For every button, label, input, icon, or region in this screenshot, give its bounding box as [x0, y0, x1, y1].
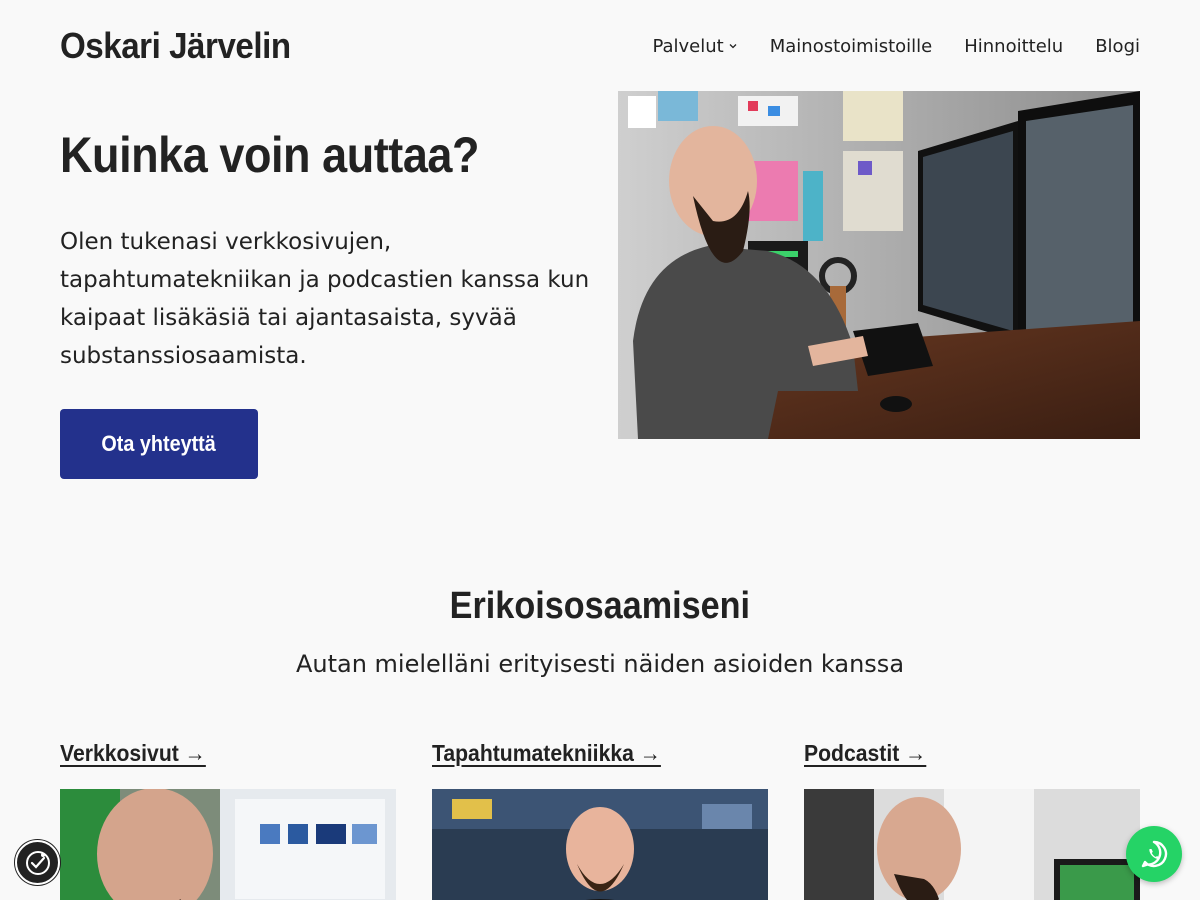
nav-item-label: Palvelut [652, 35, 724, 57]
hero-photo-illustration [618, 91, 1140, 439]
card-image-podcastit[interactable] [804, 789, 1140, 900]
card-image-verkkosivut[interactable] [60, 789, 396, 900]
section-title-text: Erikoisosaamiseni [449, 585, 751, 627]
site-title[interactable]: Oskari Järvelin [60, 25, 291, 67]
contact-button[interactable]: Ota yhteyttä [60, 409, 258, 479]
site-header: Oskari Järvelin Palvelut Mainostoimistoi… [60, 22, 1140, 70]
accessibility-button[interactable] [15, 840, 60, 885]
card-illustration-podcastit [804, 789, 1140, 900]
whatsapp-icon [1141, 840, 1168, 868]
card-link-podcastit[interactable]: Podcastit → [804, 740, 926, 767]
nav-item-palvelut[interactable]: Palvelut [652, 36, 737, 57]
card-podcastit: Podcastit → [804, 740, 1140, 900]
nav-item-hinnoittelu[interactable]: Hinnoittelu [964, 36, 1063, 57]
nav-item-mainostoimistoille[interactable]: Mainostoimistoille [770, 36, 933, 57]
card-illustration-verkkosivut [60, 789, 396, 900]
hero-photo [618, 91, 1140, 439]
card-image-tapahtumatekniikka[interactable] [432, 789, 768, 900]
card-tapahtumatekniikka: Tapahtumatekniikka → [432, 740, 768, 900]
whatsapp-button[interactable] [1126, 826, 1182, 882]
card-illustration-tapahtumatekniikka [432, 789, 768, 900]
chevron-down-icon [729, 44, 737, 49]
contact-button-label: Ota yhteyttä [101, 431, 217, 456]
hero-title: Kuinka voin auttaa? [60, 127, 480, 183]
section-title: Erikoisosaamiseni [0, 585, 1200, 628]
card-link-verkkosivut[interactable]: Verkkosivut → [60, 740, 206, 767]
card-link-tapahtumatekniikka[interactable]: Tapahtumatekniikka → [432, 740, 661, 767]
main-nav: Palvelut Mainostoimistoille Hinnoittelu … [652, 36, 1140, 57]
card-verkkosivut: Verkkosivut → [60, 740, 396, 900]
hero-text: Olen tukenasi verkkosivujen, tapahtumate… [60, 229, 590, 369]
nav-item-blogi[interactable]: Blogi [1095, 36, 1140, 57]
accessibility-icon [25, 850, 50, 875]
section-subtitle: Autan mielelläni erityisesti näiden asio… [295, 650, 905, 678]
